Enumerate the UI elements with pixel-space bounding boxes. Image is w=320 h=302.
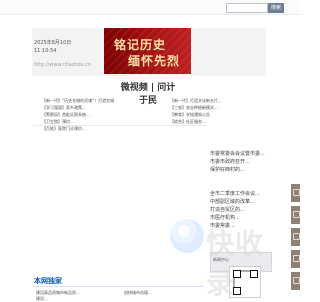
sidebar-item-4[interactable]: 全市二季度工作会议... <box>210 190 274 197</box>
tab-icon <box>293 211 300 218</box>
section-divider <box>33 125 207 126</box>
right-tab-strip <box>291 184 300 290</box>
top-bar: 搜索 <box>0 0 300 15</box>
sidebar-item-5[interactable]: 中部副区域的改革... <box>210 198 274 205</box>
right-tab-2[interactable] <box>291 206 300 224</box>
tab-icon <box>293 255 300 262</box>
news-link-left-5[interactable]: 【百姓】医院门诊预约... <box>42 126 86 132</box>
news-link-right-3[interactable]: 【教育】学校通知公告 <box>170 112 210 118</box>
tab-icon <box>293 233 300 240</box>
search-input[interactable] <box>226 3 268 13</box>
right-tab-3[interactable] <box>291 228 300 246</box>
news-link-left-3[interactable]: 【警察局】首批证照系统... <box>42 112 90 118</box>
sidebar-item-7[interactable]: 市医疗机构... <box>210 214 274 221</box>
qr-code <box>229 266 261 298</box>
section-title: 本网独家 <box>34 277 62 285</box>
news-link-right-1[interactable]: 【新一代】打造文化新名片... <box>170 98 222 104</box>
right-tab-1[interactable] <box>291 184 300 202</box>
news-link-right-2[interactable]: 【三农】农业种植新模式... <box>170 105 218 111</box>
sidebar-block-label: 新闻中心 <box>213 257 229 262</box>
section-line <box>34 286 204 287</box>
right-tab-4[interactable] <box>291 250 300 268</box>
search-button[interactable]: 搜索 <box>268 3 284 13</box>
date-text: 2025年8月10日 <box>34 40 72 46</box>
qr-marker <box>233 287 241 295</box>
section-item-3[interactable]: 建设... <box>36 296 48 302</box>
qr-marker <box>233 270 241 278</box>
news-link-left-2[interactable]: 【学习强国】家乡政策... <box>42 105 86 111</box>
banner-title-line1: 铭记历史 <box>114 38 167 52</box>
tab-icon <box>293 277 300 284</box>
sidebar-item-2[interactable]: 市委市政府召开... <box>210 158 274 165</box>
section-item-2[interactable]: 加快城市治理... <box>124 290 152 296</box>
qr-marker <box>250 270 258 278</box>
time-text: 11:10:54 <box>34 48 57 54</box>
right-tab-5[interactable] <box>291 272 300 290</box>
watermark-logo-icon <box>170 219 204 253</box>
sidebar-item-3[interactable]: 保护好西村的... <box>210 166 274 173</box>
banner-image[interactable]: 铭记历史 缅怀先烈 <box>104 28 191 74</box>
video-heading[interactable]: 微视频 | 问计于民 <box>120 80 176 106</box>
sidebar-item-6[interactable]: 打造自贸区的... <box>210 206 274 213</box>
sidebar-item-1[interactable]: 市委常委会会议暨市委... <box>210 150 274 157</box>
tab-icon <box>293 189 300 196</box>
site-url: http://www.chazhou.cn <box>34 62 92 68</box>
sidebar-item-8[interactable]: 市委常委... <box>210 222 274 229</box>
banner-title-line2: 缅怀先烈 <box>128 54 181 68</box>
news-link-left-1[interactable]: 【新一代】“历史名城的灵魂”！打造名城 <box>42 98 114 104</box>
